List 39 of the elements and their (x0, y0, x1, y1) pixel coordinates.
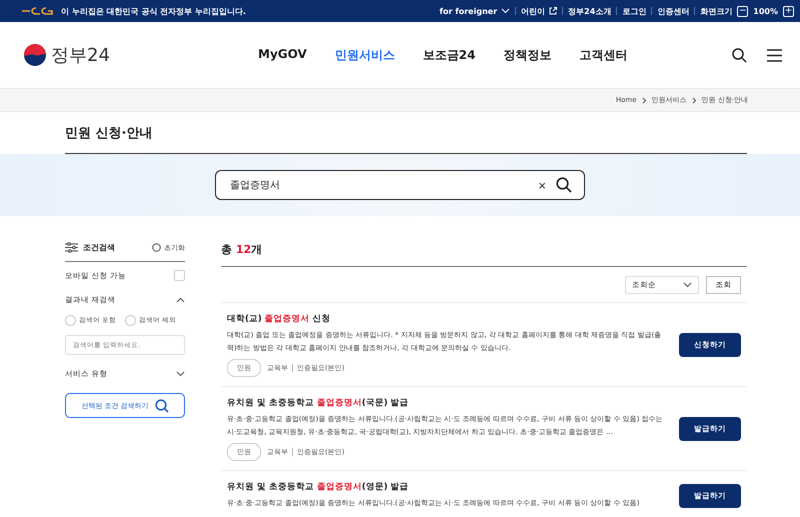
nav-item[interactable]: 고객센터 (579, 46, 628, 64)
filter-title: 조건검색 (83, 242, 116, 253)
result-title[interactable]: 유치원 및 초중등학교 졸업증명서(영문) 발급 (227, 481, 667, 493)
result-title[interactable]: 대학(교) 졸업증명서 신청 (227, 313, 667, 325)
result-count: 총 12개 (221, 242, 747, 267)
chevron-down-icon[interactable] (176, 371, 185, 377)
logo-icon (23, 43, 47, 67)
chevron-right-icon (692, 96, 697, 104)
zoom-value: 100% (753, 6, 778, 16)
top-link[interactable]: for foreigner (440, 6, 510, 16)
chevron-down-icon (501, 8, 510, 14)
sliders-icon (65, 242, 78, 253)
notice-text: 이 누리집은 대한민국 공식 전자정부 누리집입니다. (61, 6, 246, 16)
top-link[interactable]: 로그인 (622, 6, 646, 16)
menu-icon[interactable] (767, 48, 782, 62)
nav-item[interactable]: 정책정보 (503, 46, 552, 64)
external-link-icon (549, 7, 558, 15)
zoom-label: 화면크기 (700, 6, 732, 16)
result-title[interactable]: 유치원 및 초중등학교 졸업증명서(국문) 발급 (227, 397, 667, 409)
top-link[interactable]: 정부24소개 (568, 6, 612, 16)
chevron-right-icon (642, 96, 647, 104)
logo-icon (22, 6, 56, 16)
logo-text[interactable]: 정부24 (51, 43, 110, 67)
checkbox[interactable] (174, 270, 185, 281)
chevron-up-icon[interactable] (176, 297, 185, 303)
zoom-out-button[interactable]: − (737, 6, 748, 16)
search-icon[interactable] (556, 177, 572, 193)
search-icon[interactable] (732, 48, 747, 62)
chevron-down-icon (683, 282, 692, 288)
nav-item[interactable]: 민원서비스 (334, 46, 395, 64)
nav-item[interactable]: MyGOV (258, 46, 307, 64)
circle-icon (152, 243, 161, 252)
top-link[interactable]: 어린이 (521, 6, 558, 16)
clear-button[interactable]: × (538, 178, 546, 192)
nav-item[interactable]: 보조금24 (422, 46, 476, 64)
search-icon (154, 398, 169, 412)
search-field[interactable]: 졸업증명서 × (215, 170, 585, 200)
zoom-in-button[interactable]: + (783, 6, 794, 16)
top-link[interactable]: 인증센터 (657, 6, 690, 16)
